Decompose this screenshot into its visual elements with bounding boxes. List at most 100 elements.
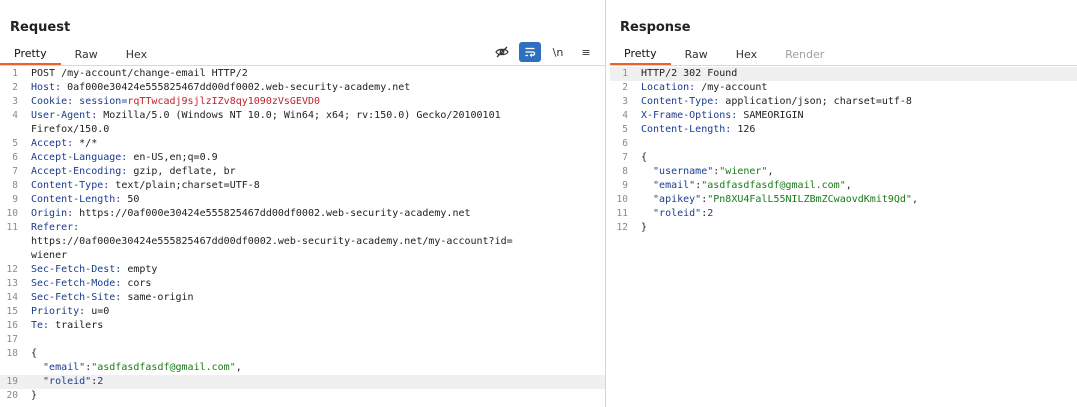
response-line[interactable]: 8 "username":"wiener", <box>610 165 1077 179</box>
response-tab-raw[interactable]: Raw <box>671 43 722 65</box>
line-code: Priority: u=0 <box>31 305 597 319</box>
line-number: 1 <box>12 68 18 79</box>
code-token: SAMEORIGIN <box>737 110 804 121</box>
line-code: https://0af000e30424e555825467dd00df0002… <box>31 235 597 249</box>
line-number: 4 <box>12 110 18 121</box>
code-token: session= <box>73 96 128 107</box>
response-line[interactable]: 7{ <box>610 151 1077 165</box>
response-line[interactable]: 11 "roleid":2 <box>610 207 1077 221</box>
line-number: 12 <box>616 222 628 233</box>
line-code: Content-Type: application/json; charset=… <box>641 95 1069 109</box>
code-token: */* <box>73 138 98 149</box>
line-number: 15 <box>6 306 18 317</box>
request-line[interactable]: 12 Sec-Fetch-Dest: empty <box>0 263 605 277</box>
newline-icon[interactable]: \n <box>547 42 569 62</box>
line-number: 3 <box>12 96 18 107</box>
response-tab-hex[interactable]: Hex <box>722 43 771 65</box>
response-line[interactable]: 5 Content-Length: 126 <box>610 123 1077 137</box>
line-code: Accept: */* <box>31 137 597 151</box>
code-token: u=0 <box>85 306 110 317</box>
line-number: 11 <box>616 208 628 219</box>
code-token: empty <box>121 264 158 275</box>
line-code: X-Frame-Options: SAMEORIGIN <box>641 109 1069 123</box>
request-line[interactable]: 16 Te: trailers <box>0 319 605 333</box>
request-line[interactable]: 4 User-Agent: Mozilla/5.0 (Windows NT 10.… <box>0 109 605 123</box>
response-tab-render[interactable]: Render <box>771 43 838 65</box>
line-code: Accept-Encoding: gzip, deflate, br <box>31 165 597 179</box>
line-code: } <box>641 221 1069 235</box>
menu-icon[interactable]: ≡ <box>575 42 597 62</box>
code-token: "wiener" <box>719 166 768 177</box>
request-line[interactable]: 19 "roleid":2 <box>0 375 605 389</box>
request-line[interactable]: 3 Cookie: session=rqTTwcadj9sjlzIZv8qy109… <box>0 95 605 109</box>
request-line[interactable]: 14 Sec-Fetch-Site: same-origin <box>0 291 605 305</box>
request-line[interactable]: wiener <box>0 249 605 263</box>
line-number: 17 <box>6 334 18 345</box>
line-code: "roleid":2 <box>641 207 1069 221</box>
line-number: 5 <box>12 138 18 149</box>
request-tab-pretty[interactable]: Pretty <box>0 43 61 65</box>
line-number: 9 <box>622 180 628 191</box>
response-line[interactable]: 4 X-Frame-Options: SAMEORIGIN <box>610 109 1077 123</box>
line-code: Origin: https://0af000e30424e555825467dd… <box>31 207 597 221</box>
request-line[interactable]: 11 Referer: <box>0 221 605 235</box>
line-number: 10 <box>616 194 628 205</box>
code-token: https://0af000e30424e555825467dd00df0002… <box>31 236 513 247</box>
line-code: "email":"asdfasdfasdf@gmail.com", <box>641 179 1069 193</box>
request-title: Request <box>10 20 71 35</box>
response-editor[interactable]: 1 HTTP/2 302 Found 2 Location: /my-account 3… <box>610 67 1077 407</box>
code-token: } <box>31 390 38 401</box>
code-token: POST /my-account/change-email HTTP/2 <box>31 68 248 79</box>
request-line[interactable]: 1 POST /my-account/change-email HTTP/2 <box>0 67 605 81</box>
line-number: 9 <box>12 194 18 205</box>
request-line[interactable]: 17 <box>0 333 605 347</box>
response-line[interactable]: 1 HTTP/2 302 Found <box>610 67 1077 81</box>
request-line[interactable]: "email":"asdfasdfasdf@gmail.com", <box>0 361 605 375</box>
line-code: Sec-Fetch-Site: same-origin <box>31 291 597 305</box>
response-line[interactable]: 3 Content-Type: application/json; charset… <box>610 95 1077 109</box>
response-pane: Response Pretty Raw Hex Render 1 HTTP/2 3… <box>610 0 1077 407</box>
code-token: Accept-Encoding: <box>31 166 128 177</box>
code-token: 2 <box>97 376 104 387</box>
request-line[interactable]: 15 Priority: u=0 <box>0 305 605 319</box>
request-line[interactable]: 18 { <box>0 347 605 361</box>
line-number: 4 <box>622 110 628 121</box>
request-line[interactable]: 8 Content-Type: text/plain;charset=UTF-8 <box>0 179 605 193</box>
line-code: Cookie: session=rqTTwcadj9sjlzIZv8qy1090… <box>31 95 597 109</box>
code-token: Accept-Language: <box>31 152 128 163</box>
request-tab-raw[interactable]: Raw <box>61 43 112 65</box>
line-code: wiener <box>31 249 597 263</box>
response-line[interactable]: 10 "apikey":"Pn8XU4FalL55NILZBmZCwaovdKm… <box>610 193 1077 207</box>
request-line[interactable]: https://0af000e30424e555825467dd00df0002… <box>0 235 605 249</box>
response-line[interactable]: 2 Location: /my-account <box>610 81 1077 95</box>
response-line[interactable]: 6 <box>610 137 1077 151</box>
code-token: { <box>31 348 38 359</box>
code-token: gzip, deflate, br <box>127 166 236 177</box>
code-token: trailers <box>49 320 104 331</box>
request-editor[interactable]: 1 POST /my-account/change-email HTTP/2 2 Ho… <box>0 67 605 407</box>
response-line[interactable]: 9 "email":"asdfasdfasdf@gmail.com", <box>610 179 1077 193</box>
request-line[interactable]: 9 Content-Length: 50 <box>0 193 605 207</box>
request-line[interactable]: Firefox/150.0 <box>0 123 605 137</box>
request-line[interactable]: 7 Accept-Encoding: gzip, deflate, br <box>0 165 605 179</box>
response-title: Response <box>620 20 691 35</box>
line-number: 6 <box>622 138 628 149</box>
response-line[interactable]: 12} <box>610 221 1077 235</box>
code-token: , <box>767 166 774 177</box>
request-line[interactable]: 5 Accept: */* <box>0 137 605 151</box>
wrap-lines-icon[interactable] <box>519 42 541 62</box>
code-token: HTTP/2 302 Found <box>641 68 738 79</box>
code-token: Mozilla/5.0 (Windows NT 10.0; Win64; x64… <box>97 110 501 121</box>
request-line[interactable]: 10 Origin: https://0af000e30424e555825467… <box>0 207 605 221</box>
line-code: "roleid":2 <box>31 375 597 389</box>
request-line[interactable]: 20} <box>0 389 605 403</box>
eye-slash-icon[interactable] <box>491 42 513 62</box>
code-token: Origin: <box>31 208 74 219</box>
request-line[interactable]: 13 Sec-Fetch-Mode: cors <box>0 277 605 291</box>
line-number: 7 <box>12 166 18 177</box>
request-line[interactable]: 2 Host: 0af000e30424e555825467dd00df0002.… <box>0 81 605 95</box>
line-number: 5 <box>622 124 628 135</box>
request-line[interactable]: 6 Accept-Language: en-US,en;q=0.9 <box>0 151 605 165</box>
response-tab-pretty[interactable]: Pretty <box>610 43 671 65</box>
request-tab-hex[interactable]: Hex <box>112 43 161 65</box>
